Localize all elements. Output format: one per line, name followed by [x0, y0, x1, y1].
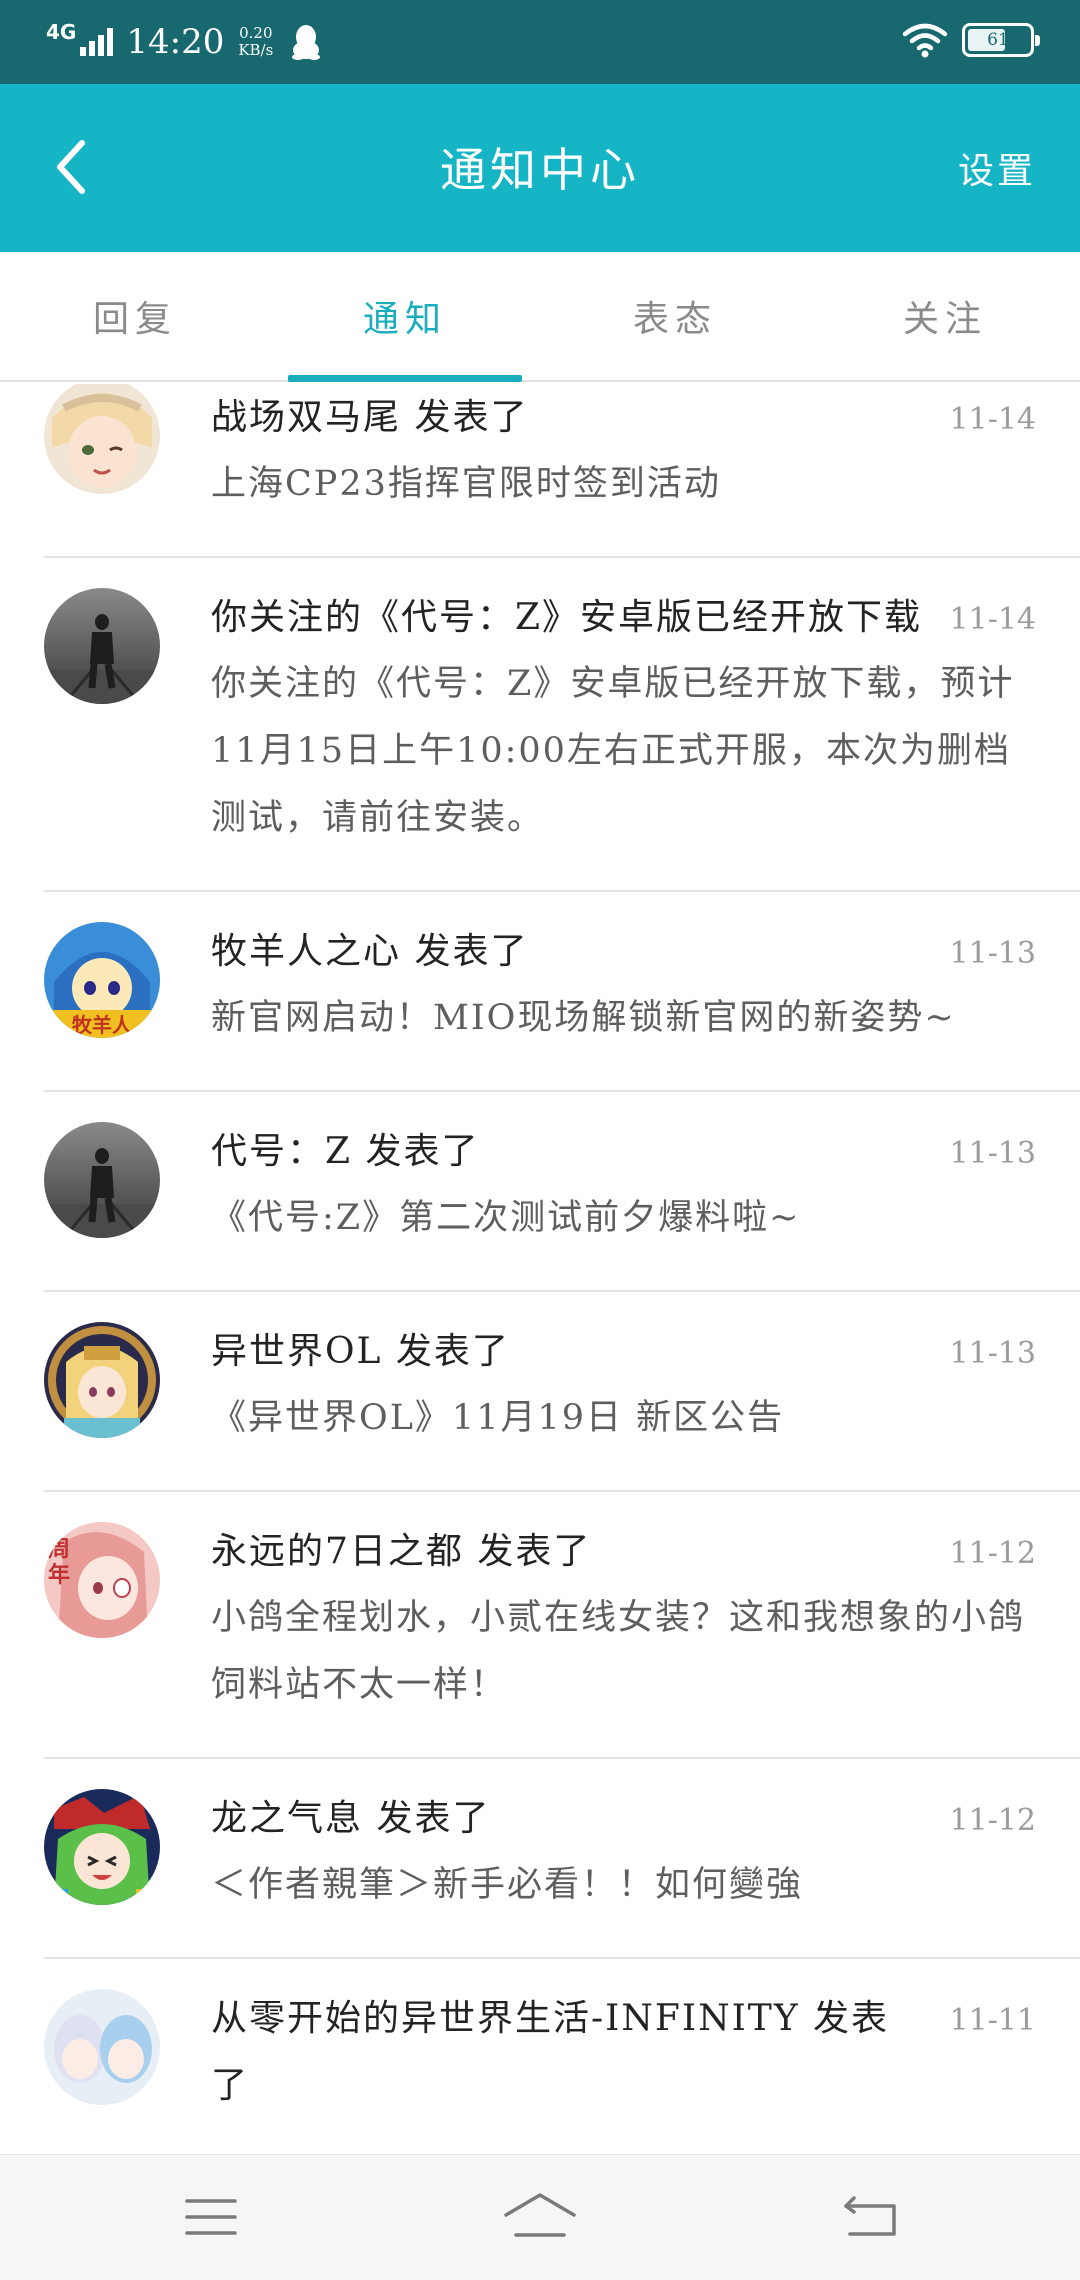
notification-body: 小鸽全程划水，小贰在线女装？这和我想象的小鸽饲料站不太一样！	[211, 1598, 1026, 1705]
notification-item[interactable]: 战场双马尾 发表了 11-14 上海CP23指挥官限时签到活动	[44, 384, 1080, 558]
home-icon	[504, 2193, 576, 2237]
notification-date: 11-13	[949, 936, 1036, 971]
notification-title: 龙之气息 发表了	[211, 1798, 491, 1839]
avatar	[44, 1989, 160, 2105]
svg-text:年: 年	[48, 1562, 70, 1588]
network-speed-value: 0.20	[239, 24, 273, 42]
system-nav-bar	[0, 2154, 1080, 2280]
battery-level: 61	[987, 30, 1009, 50]
notification-item[interactable]: 从零开始的异世界生活-INFINITY 发表了 11-11	[44, 1959, 1080, 2154]
back-icon	[844, 2196, 896, 2236]
app-header: 通知中心 设置	[0, 84, 1080, 252]
avatar: 牧羊人	[44, 922, 160, 1038]
status-left: 4G 14:20 0.20 KB/s	[46, 14, 321, 70]
notification-item[interactable]: 你关注的《代号：Z》安卓版已经开放下载 11-14 你关注的《代号：Z》安卓版已…	[44, 558, 1080, 892]
avatar	[44, 1789, 160, 1905]
menu-button[interactable]	[171, 2187, 251, 2247]
notification-title: 异世界OL 发表了	[211, 1331, 510, 1372]
notification-list-viewport[interactable]: 战场双马尾 发表了 11-14 上海CP23指挥官限时签到活动 你关注的《代号：…	[0, 384, 1080, 2154]
notification-title: 战场双马尾 发表了	[211, 397, 529, 438]
wifi-icon	[902, 23, 948, 58]
page-title: 通知中心	[440, 143, 640, 197]
status-right: 61	[902, 22, 1040, 58]
notification-date: 11-11	[949, 2003, 1036, 2038]
settings-button[interactable]: 设置	[958, 142, 1036, 194]
notification-list: 战场双马尾 发表了 11-14 上海CP23指挥官限时签到活动 你关注的《代号：…	[0, 384, 1080, 2154]
notification-title: 从零开始的异世界生活-INFINITY 发表了	[211, 1998, 890, 2106]
tab-label: 回复	[92, 299, 177, 340]
notification-item[interactable]: 龙之气息 发表了 11-12 ＜作者親筆＞新手必看！！如何變強	[44, 1759, 1080, 1959]
network-speed: 0.20 KB/s	[238, 25, 273, 59]
notification-body: ＜作者親筆＞新手必看！！如何變強	[211, 1865, 804, 1905]
notification-date: 11-14	[949, 402, 1036, 437]
avatar: 周 年	[44, 1522, 160, 1638]
tab-replies[interactable]: 回复	[0, 252, 270, 380]
tab-label: 关注	[902, 299, 987, 340]
status-time: 14:20	[126, 22, 225, 62]
notification-title: 代号：Z 发表了	[211, 1131, 480, 1172]
notification-body: 新官网启动！MIO现场解锁新官网的新姿势~	[211, 998, 956, 1038]
notification-item[interactable]: 异世界OL 发表了 11-13 《异世界OL》11月19日 新区公告	[44, 1292, 1080, 1492]
notification-date: 11-13	[949, 1136, 1036, 1171]
notification-body: 你关注的《代号：Z》安卓版已经开放下载，预计11月15日上午10:00左右正式开…	[211, 664, 1015, 838]
avatar	[44, 384, 160, 494]
tab-label: 表态	[632, 299, 717, 340]
notification-date: 11-12	[949, 1803, 1036, 1838]
notification-item[interactable]: 周 年 永远的7日之都 发表了 11-12 小鸽全程划水，小贰在线女装？这和我想…	[44, 1492, 1080, 1759]
notification-date: 11-12	[949, 1536, 1036, 1571]
back-nav-button[interactable]	[830, 2187, 910, 2247]
avatar	[44, 1122, 160, 1238]
tab-notifications[interactable]: 通知	[270, 252, 540, 382]
tab-bar: 回复 通知 表态 关注	[0, 252, 1080, 382]
avatar	[44, 588, 160, 704]
battery-icon: 61	[962, 23, 1040, 57]
svg-text:周: 周	[48, 1537, 70, 1562]
notification-body: 《异世界OL》11月19日 新区公告	[211, 1398, 785, 1438]
notification-date: 11-13	[949, 1336, 1036, 1371]
tab-reactions[interactable]: 表态	[540, 252, 810, 380]
notification-title: 牧羊人之心 发表了	[211, 931, 529, 972]
menu-icon	[185, 2199, 237, 2235]
qq-penguin-icon	[292, 25, 321, 60]
tab-follows[interactable]: 关注	[810, 252, 1080, 380]
svg-text:牧羊人: 牧羊人	[72, 1013, 133, 1037]
active-tab-indicator	[288, 375, 522, 382]
notification-title: 永远的7日之都 发表了	[211, 1531, 592, 1572]
notification-date: 11-14	[949, 602, 1036, 637]
network-type: 4G	[46, 20, 77, 44]
home-button[interactable]	[500, 2187, 580, 2247]
network-speed-unit: KB/s	[238, 41, 274, 59]
notification-item[interactable]: 代号：Z 发表了 11-13 《代号:Z》第二次测试前夕爆料啦~	[44, 1092, 1080, 1292]
signal-icon	[80, 28, 116, 56]
avatar	[44, 1322, 160, 1438]
notification-body: 《代号:Z》第二次测试前夕爆料啦~	[211, 1198, 801, 1238]
notification-body: 上海CP23指挥官限时签到活动	[211, 464, 721, 504]
notification-item[interactable]: 牧羊人 牧羊人之心 发表了 11-13 新官网启动！MIO现场解锁新官网的新姿势…	[44, 892, 1080, 1092]
tab-label: 通知	[362, 299, 447, 340]
notification-title: 你关注的《代号：Z》安卓版已经开放下载	[211, 597, 923, 638]
status-bar: 4G 14:20 0.20 KB/s 61	[0, 0, 1080, 84]
